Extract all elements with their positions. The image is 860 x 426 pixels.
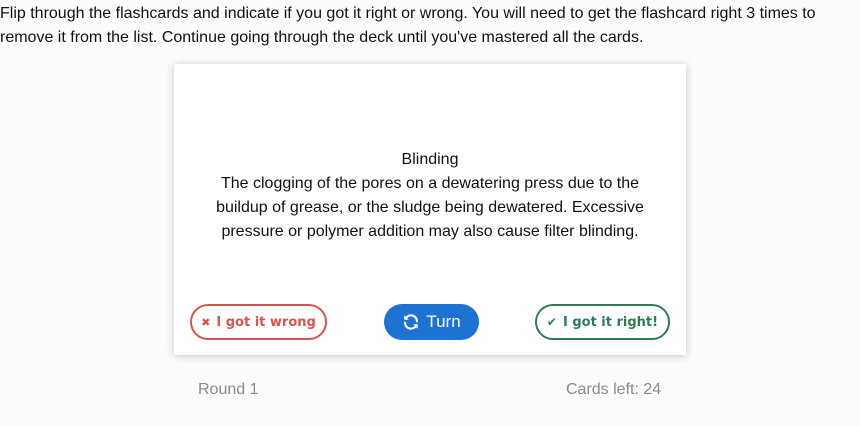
round-indicator: Round 1 — [198, 381, 259, 398]
flashcard-content: Blinding The clogging of the pores on a … — [174, 148, 686, 244]
times-icon: ✖ — [201, 315, 211, 329]
got-it-right-label: I got it right! — [562, 314, 659, 330]
turn-label: Turn — [426, 312, 461, 331]
instructions-text: Flip through the flashcards and indicate… — [0, 5, 816, 46]
cards-left-counter: Cards left: 24 — [566, 381, 662, 398]
got-it-wrong-label: I got it wrong — [216, 314, 316, 330]
refresh-icon — [402, 312, 420, 333]
got-it-wrong-button[interactable]: ✖ I got it wrong — [190, 304, 327, 340]
turn-button[interactable]: Turn — [384, 304, 479, 340]
flashcard[interactable]: Blinding The clogging of the pores on a … — [174, 64, 686, 355]
flashcard-definition: The clogging of the pores on a dewaterin… — [216, 175, 644, 240]
got-it-right-button[interactable]: ✔ I got it right! — [535, 304, 670, 340]
check-icon: ✔ — [546, 315, 557, 329]
flashcard-term: Blinding — [401, 151, 459, 168]
